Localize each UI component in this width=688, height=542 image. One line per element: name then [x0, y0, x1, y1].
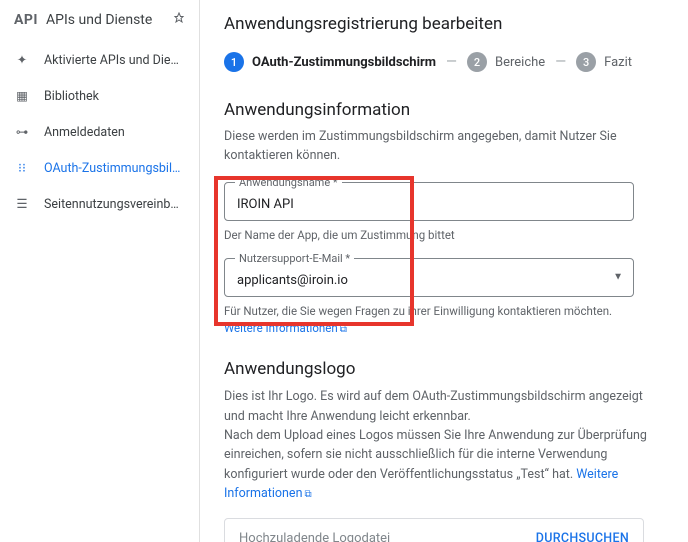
external-link-icon: ⧉: [340, 324, 347, 335]
pin-icon[interactable]: [173, 12, 185, 28]
field-app-name: Anwendungsname * IROIN API Der Name der …: [224, 182, 664, 244]
app-name-help: Der Name der App, die um Zustimmung bitt…: [224, 227, 634, 244]
app-name-value: IROIN API: [237, 197, 621, 212]
step-number: 3: [576, 52, 596, 72]
step-number: 2: [467, 52, 487, 72]
support-email-help: Für Nutzer, die Sie wegen Fragen zu ihre…: [224, 303, 634, 338]
browse-button[interactable]: DURCHSUCHEN: [536, 531, 629, 542]
step-label: Bereiche: [495, 55, 545, 70]
step-scopes[interactable]: 2 Bereiche: [467, 52, 545, 72]
section-title-logo: Anwendungslogo: [224, 359, 664, 379]
section-title-appinfo: Anwendungsinformation: [224, 100, 664, 120]
api-logo-icon: API: [14, 12, 38, 28]
sidebar: API APIs und Dienste ✦ Aktivierte APIs u…: [0, 0, 200, 542]
sidebar-item-terms[interactable]: ☰ Seitennutzungsvereinbarung...: [0, 186, 199, 222]
section-subtitle-appinfo: Diese werden im Zustimmungsbildschirm an…: [224, 128, 664, 166]
consent-icon: ⁝⁝: [14, 160, 30, 176]
step-separator: —: [555, 54, 566, 70]
sidebar-item-label: Anmeldedaten: [44, 125, 125, 140]
sidebar-item-label: Aktivierte APIs und Dienste: [44, 53, 185, 68]
sidebar-item-credentials[interactable]: ⊶ Anmeldedaten: [0, 114, 199, 150]
stepper: 1 OAuth-Zustimmungsbildschirm — 2 Bereic…: [224, 52, 664, 94]
app-name-label: Anwendungsname *: [235, 176, 342, 189]
sidebar-header: API APIs und Dienste: [0, 0, 199, 38]
checklist-icon: ☰: [14, 196, 30, 212]
sidebar-item-label: Bibliothek: [44, 89, 99, 104]
sidebar-item-oauth-consent[interactable]: ⁝⁝ OAuth-Zustimmungsbildschir...: [0, 150, 199, 186]
support-help-link[interactable]: Weitere Informationen⧉: [224, 321, 347, 335]
sidebar-item-enabled-apis[interactable]: ✦ Aktivierte APIs und Dienste: [0, 42, 199, 78]
upload-placeholder: Hochzuladende Logodatei: [239, 531, 390, 542]
key-icon: ⊶: [14, 124, 30, 140]
page-title: Anwendungsregistrierung bearbeiten: [224, 0, 664, 52]
field-support-email: Nutzersupport-E-Mail * applicants@iroin.…: [224, 258, 664, 338]
logo-description: Dies ist Ihr Logo. Es wird auf dem OAuth…: [224, 387, 664, 503]
external-link-icon: ⧉: [304, 489, 311, 500]
logo-desc-line1: Dies ist Ihr Logo. Es wird auf dem OAuth…: [224, 389, 643, 423]
library-icon: ▦: [14, 88, 30, 104]
step-label: OAuth-Zustimmungsbildschirm: [252, 55, 436, 70]
sidebar-title: APIs und Dienste: [46, 12, 165, 28]
logo-upload-box[interactable]: Hochzuladende Logodatei DURCHSUCHEN: [224, 518, 644, 542]
step-separator: —: [446, 54, 457, 70]
support-help-text: Für Nutzer, die Sie wegen Fragen zu ihre…: [224, 304, 612, 318]
step-oauth-consent[interactable]: 1 OAuth-Zustimmungsbildschirm: [224, 52, 436, 72]
support-email-select[interactable]: Nutzersupport-E-Mail * applicants@iroin.…: [224, 258, 634, 297]
main-content: Anwendungsregistrierung bearbeiten 1 OAu…: [200, 0, 688, 542]
step-number: 1: [224, 52, 244, 72]
diamond-icon: ✦: [14, 52, 30, 68]
sidebar-item-label: Seitennutzungsvereinbarung...: [44, 197, 185, 212]
support-email-label: Nutzersupport-E-Mail *: [235, 252, 354, 265]
support-email-value: applicants@iroin.io: [237, 273, 621, 288]
step-summary[interactable]: 3 Fazit: [576, 52, 632, 72]
sidebar-item-library[interactable]: ▦ Bibliothek: [0, 78, 199, 114]
chevron-down-icon: ▼: [613, 272, 623, 283]
step-label: Fazit: [604, 55, 632, 70]
app-name-input[interactable]: Anwendungsname * IROIN API: [224, 182, 634, 221]
sidebar-item-label: OAuth-Zustimmungsbildschir...: [44, 161, 185, 176]
